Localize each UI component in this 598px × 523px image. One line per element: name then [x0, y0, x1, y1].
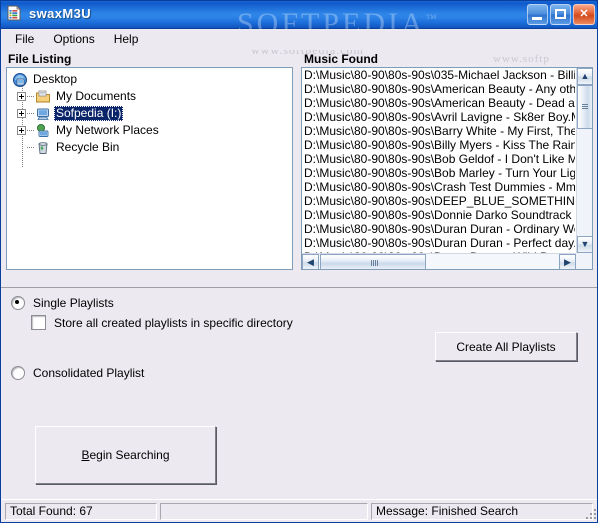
menu-item-help[interactable]: Help: [108, 30, 148, 49]
radio-label: Consolidated Playlist: [33, 366, 145, 380]
scroll-right-button[interactable]: ▶: [559, 254, 576, 269]
checkbox-label: Store all created playlists in specific …: [54, 315, 293, 330]
radio-consolidated-playlist[interactable]: Consolidated Playlist: [11, 366, 144, 380]
title-bar-left: swaxM3U: [6, 5, 91, 21]
title-bar: swaxM3U ✕: [1, 1, 597, 29]
network-icon: [35, 123, 51, 139]
file-listing-tree[interactable]: Desktop My Documents Sofpedia (I:) My Ne…: [6, 67, 293, 270]
list-item[interactable]: D:\Music\80-90\80s-90s\Billy Myers - Kis…: [302, 138, 575, 152]
folder-documents-icon: [35, 89, 51, 105]
status-middle-panel: [160, 503, 368, 520]
status-total-found: Total Found: 67: [5, 503, 157, 520]
begin-searching-text: egin Searching: [89, 448, 170, 462]
application-window: swaxM3U ✕ SOFTPEDIA™ www.softpedia.com w…: [0, 0, 598, 523]
horizontal-scrollbar[interactable]: ◀ ▶: [302, 253, 576, 269]
chevron-right-icon: ▶: [564, 257, 571, 267]
expander-plus-icon[interactable]: [17, 92, 26, 101]
tree-root: Desktop My Documents Sofpedia (I:) My Ne…: [7, 68, 292, 168]
chevron-left-icon: ◀: [307, 257, 314, 267]
tree-node-label: My Documents: [56, 89, 137, 103]
chevron-down-icon: ▼: [580, 239, 590, 249]
vertical-scrollbar-thumb[interactable]: [577, 85, 592, 129]
scrollbar-grip-icon: [582, 104, 588, 109]
create-all-playlists-button[interactable]: Create All Playlists: [435, 332, 577, 361]
scroll-up-button[interactable]: ▲: [577, 68, 592, 85]
tree-node-label: Recycle Bin: [56, 140, 120, 154]
tree-connector-dots: [27, 147, 34, 148]
checkbox-store-directory[interactable]: Store all created playlists in specific …: [31, 315, 293, 330]
radio-button-indicator[interactable]: [11, 296, 25, 310]
list-item[interactable]: D:\Music\80-90\80s-90s\Donnie Darko Soun…: [302, 208, 575, 222]
list-item[interactable]: D:\Music\80-90\80s-90s\035-Michael Jacks…: [302, 68, 575, 82]
scrollbar-corner: [576, 253, 592, 269]
list-item[interactable]: D:\Music\80-90\80s-90s\DEEP_BLUE_SOMETHI…: [302, 194, 575, 208]
recycle-bin-icon: [35, 140, 51, 156]
status-bar: Total Found: 67 Message: Finished Search: [2, 499, 597, 521]
music-found-title: Music Found: [304, 52, 378, 66]
resize-grip-icon[interactable]: [584, 507, 596, 519]
list-item[interactable]: D:\Music\80-90\80s-90s\Duran Duran - Ord…: [302, 222, 575, 236]
menu-item-options[interactable]: Options: [47, 30, 103, 49]
radio-single-playlists[interactable]: Single Playlists: [11, 296, 114, 310]
tree-node-recycle-bin[interactable]: Recycle Bin: [7, 139, 292, 156]
list-item[interactable]: D:\Music\80-90\80s-90s\American Beauty -…: [302, 82, 575, 96]
tree-connector-dots: [27, 96, 34, 97]
chevron-up-icon: ▲: [580, 71, 590, 81]
desktop-icon: [12, 72, 28, 88]
menu-bar: File Options Help: [2, 29, 597, 50]
list-item[interactable]: D:\Music\80-90\80s-90s\Barry White - My …: [302, 124, 575, 138]
checkbox-indicator[interactable]: [31, 315, 46, 330]
tree-node-my-documents[interactable]: My Documents: [7, 88, 292, 105]
radio-button-indicator[interactable]: [11, 366, 25, 380]
vertical-scrollbar[interactable]: ▲ ▼: [576, 68, 592, 253]
tree-connector-dots: [27, 113, 34, 114]
close-icon: ✕: [579, 8, 589, 20]
list-item[interactable]: D:\Music\80-90\80s-90s\Bob Geldof - I Do…: [302, 152, 575, 166]
list-item[interactable]: D:\Music\80-90\80s-90s\Crash Test Dummie…: [302, 180, 575, 194]
window-controls: ✕: [527, 4, 595, 25]
begin-searching-button[interactable]: Begin Searching: [35, 426, 216, 484]
list-item[interactable]: D:\Music\80-90\80s-90s\Duran Duran - Per…: [302, 236, 575, 250]
create-all-playlists-label: Create All Playlists: [456, 339, 556, 354]
menu-item-file[interactable]: File: [9, 30, 43, 49]
minimize-button[interactable]: [527, 4, 548, 25]
scroll-left-button[interactable]: ◀: [302, 254, 319, 269]
window-title: swaxM3U: [29, 5, 92, 21]
maximize-icon: [555, 9, 566, 19]
status-message: Message: Finished Search: [371, 503, 593, 520]
close-button[interactable]: ✕: [573, 4, 595, 25]
begin-searching-label: Begin Searching: [81, 448, 169, 462]
music-found-list[interactable]: D:\Music\80-90\80s-90s\035-Michael Jacks…: [301, 67, 593, 270]
expander-plus-icon[interactable]: [17, 109, 26, 118]
section-divider: [1, 287, 597, 288]
minimize-icon: [532, 17, 542, 20]
document-list-icon: [6, 5, 22, 21]
expander-plus-icon[interactable]: [17, 126, 26, 135]
scrollbar-grip-icon: [371, 260, 378, 266]
music-list-rows: D:\Music\80-90\80s-90s\035-Michael Jacks…: [302, 68, 575, 269]
list-item[interactable]: D:\Music\80-90\80s-90s\Bob Marley - Turn…: [302, 166, 575, 180]
tree-node-sofpedia-drive[interactable]: Sofpedia (I:): [7, 105, 292, 122]
tree-node-label: My Network Places: [56, 123, 159, 137]
radio-label: Single Playlists: [33, 296, 114, 310]
list-item[interactable]: D:\Music\80-90\80s-90s\Avril Lavigne - S…: [302, 110, 575, 124]
horizontal-scrollbar-thumb[interactable]: [320, 254, 426, 269]
drive-icon: [35, 106, 51, 122]
tree-node-my-network-places[interactable]: My Network Places: [7, 122, 292, 139]
softpedia-watermark-url-secondary: www.softp: [493, 53, 550, 65]
tree-node-label: Sofpedia (I:): [54, 106, 124, 121]
tree-node-label: Desktop: [33, 72, 78, 86]
scroll-down-button[interactable]: ▼: [577, 236, 592, 253]
maximize-button[interactable]: [550, 4, 571, 25]
list-item[interactable]: D:\Music\80-90\80s-90s\American Beauty -…: [302, 96, 575, 110]
file-listing-title: File Listing: [8, 52, 72, 66]
tree-connector-dots: [27, 130, 34, 131]
tree-node-desktop[interactable]: Desktop: [7, 71, 292, 88]
